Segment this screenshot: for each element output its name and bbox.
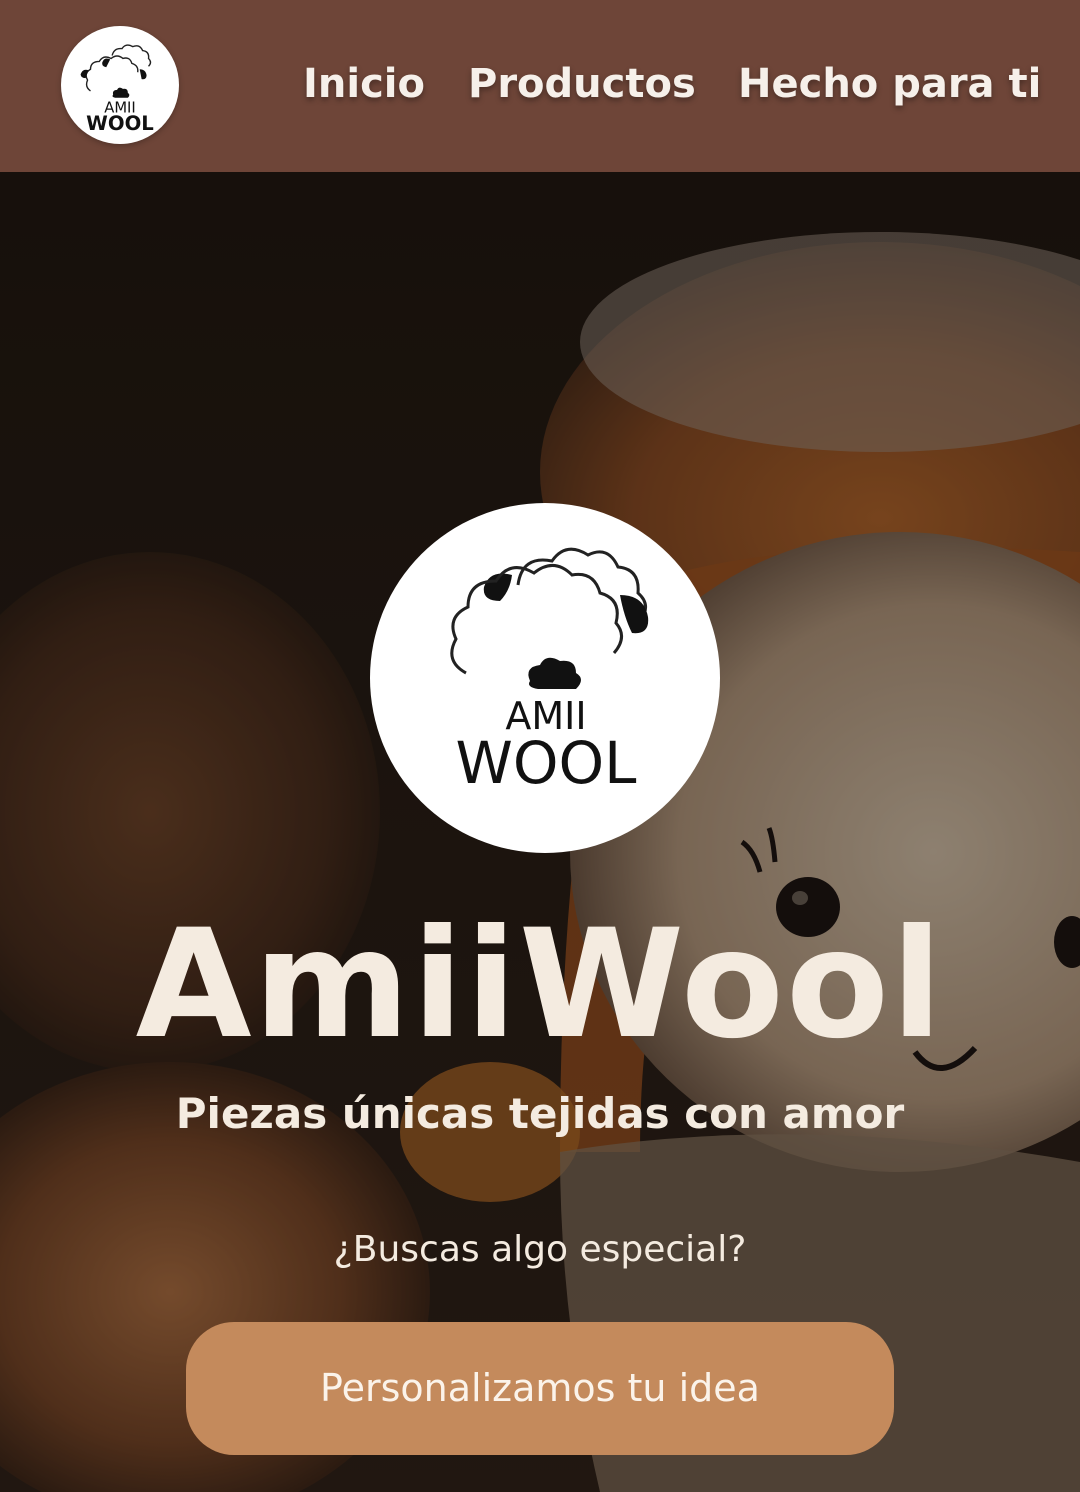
nav-productos[interactable]: Productos xyxy=(468,58,696,110)
hero-subtitle: Piezas únicas tejidas con amor xyxy=(175,1089,905,1138)
hero-title: AmiiWool xyxy=(135,898,945,1072)
hero-section: AMII WOOL AmiiWool Piezas únicas tejidas… xyxy=(0,172,1080,1492)
hero-logo: AMII WOOL xyxy=(370,503,720,853)
site-header: AMII WOOL Inicio Productos Hecho para ti xyxy=(0,0,1080,172)
svg-text:WOOL: WOOL xyxy=(86,112,154,135)
personalize-idea-button[interactable]: Personalizamos tu idea xyxy=(186,1322,894,1455)
page: AMII WOOL Inicio Productos Hecho para ti xyxy=(0,0,1080,1492)
svg-text:WOOL: WOOL xyxy=(456,729,637,797)
sheep-logo-icon: AMII WOOL xyxy=(450,547,649,797)
hero-question: ¿Buscas algo especial? xyxy=(333,1229,747,1270)
header-logo[interactable]: AMII WOOL xyxy=(61,26,179,144)
nav-inicio[interactable]: Inicio xyxy=(303,58,425,110)
nav-hecho-para-ti[interactable]: Hecho para ti xyxy=(738,58,1041,110)
sheep-logo-icon: AMII WOOL xyxy=(80,44,154,135)
